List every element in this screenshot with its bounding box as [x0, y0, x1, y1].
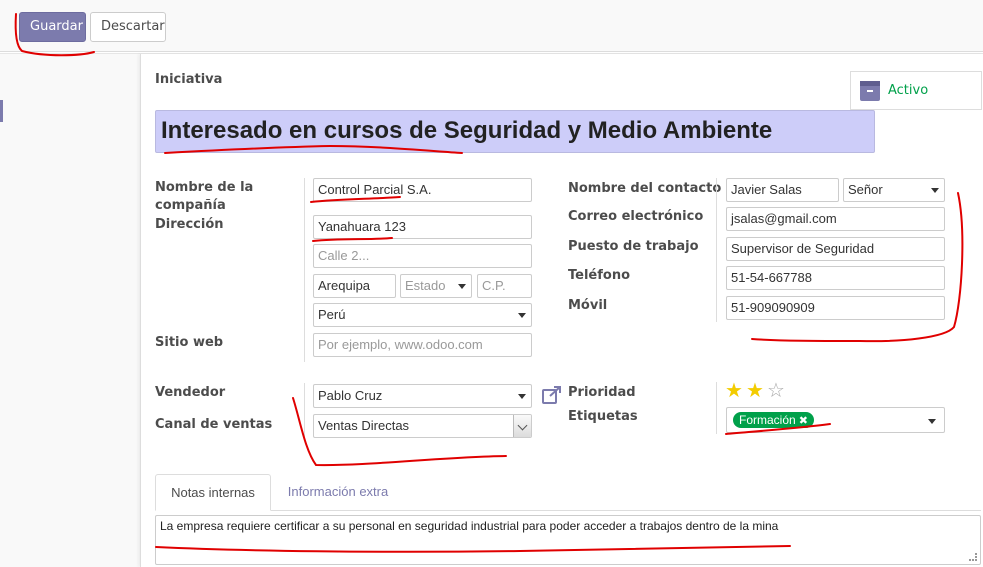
company-label-line2: compañía — [155, 198, 226, 213]
external-link-icon[interactable] — [542, 386, 562, 404]
email-label: Correo electrónico — [568, 209, 704, 224]
lead-title: Interesado en cursos de Seguridad y Medi… — [161, 117, 773, 144]
tags-field[interactable]: Formación ✖ — [726, 407, 945, 433]
mobile-input[interactable]: 51-909090909 — [726, 296, 945, 320]
column-divider — [304, 383, 305, 441]
state-select[interactable]: Estado — [400, 274, 472, 298]
chevron-down-icon — [518, 394, 526, 399]
tab-extra-info[interactable]: Información extra — [276, 474, 400, 511]
lead-type-label: Iniciativa — [155, 72, 223, 87]
left-gutter — [0, 54, 140, 567]
chevron-down-icon — [518, 313, 526, 318]
state-placeholder: Estado — [405, 278, 446, 293]
chevron-down-icon — [458, 284, 466, 289]
contact-name-label: Nombre del contacto — [568, 181, 722, 196]
job-label: Puesto de trabajo — [568, 239, 699, 254]
save-button[interactable]: Guardar — [19, 12, 86, 42]
sales-channel-value: Ventas Directas — [318, 418, 410, 433]
column-divider — [716, 178, 717, 322]
internal-notes-text: La empresa requiere certificar a su pers… — [160, 519, 779, 533]
archive-icon — [860, 81, 880, 101]
internal-notes-textarea[interactable]: La empresa requiere certificar a su pers… — [155, 515, 981, 565]
column-divider — [716, 382, 717, 434]
contact-title-select[interactable]: Señor — [843, 178, 945, 202]
remove-tag-icon[interactable]: ✖ — [799, 415, 808, 427]
active-status-label: Activo — [888, 83, 929, 98]
chevron-down-icon — [928, 419, 936, 424]
tag-label: Formación — [739, 413, 796, 427]
contact-title-value: Señor — [848, 182, 883, 197]
phone-label: Teléfono — [568, 268, 631, 283]
priority-label: Prioridad — [568, 385, 636, 400]
left-marker — [0, 100, 3, 122]
job-input[interactable]: Supervisor de Seguridad — [726, 237, 945, 261]
resize-handle-icon[interactable] — [969, 553, 977, 561]
chevron-down-icon — [513, 415, 531, 437]
salesperson-select[interactable]: Pablo Cruz — [313, 384, 532, 408]
phone-input[interactable]: 51-54-667788 — [726, 266, 945, 290]
salesperson-value: Pablo Cruz — [318, 388, 383, 403]
sales-channel-select[interactable]: Ventas Directas — [313, 414, 532, 438]
street2-input[interactable]: Calle 2... — [313, 244, 532, 268]
discard-button[interactable]: Descartar — [90, 12, 166, 42]
sales-channel-label: Canal de ventas — [155, 417, 273, 432]
country-select[interactable]: Perú — [313, 303, 532, 327]
contact-name-input[interactable]: Javier Salas — [726, 178, 839, 202]
country-value: Perú — [318, 307, 346, 322]
priority-star-icon[interactable]: ★ — [746, 380, 764, 400]
address-label: Dirección — [155, 217, 224, 232]
company-name-input[interactable]: Control Parcial S.A. — [313, 178, 532, 202]
website-label: Sitio web — [155, 335, 224, 350]
control-panel: Guardar Descartar — [0, 0, 983, 52]
company-label-line1: Nombre de la — [155, 180, 254, 195]
chevron-down-icon — [931, 188, 939, 193]
column-divider — [304, 178, 305, 362]
mobile-label: Móvil — [568, 298, 608, 313]
active-toggle-button[interactable]: Activo — [850, 71, 982, 110]
tag-badge: Formación ✖ — [733, 412, 814, 428]
email-input[interactable]: jsalas@gmail.com — [726, 207, 945, 231]
tab-internal-notes[interactable]: Notas internas — [155, 474, 271, 511]
priority-star-icon[interactable]: ★ — [725, 380, 743, 400]
priority-star-empty-icon[interactable]: ☆ — [767, 380, 785, 400]
salesperson-label: Vendedor — [155, 385, 226, 400]
zip-input[interactable]: C.P. — [477, 274, 532, 298]
street-input[interactable]: Yanahuara 123 — [313, 215, 532, 239]
website-input[interactable]: Por ejemplo, www.odoo.com — [313, 333, 532, 357]
city-input[interactable]: Arequipa — [313, 274, 396, 298]
tags-label: Etiquetas — [568, 409, 638, 424]
title-field[interactable]: Interesado en cursos de Seguridad y Medi… — [155, 110, 875, 153]
